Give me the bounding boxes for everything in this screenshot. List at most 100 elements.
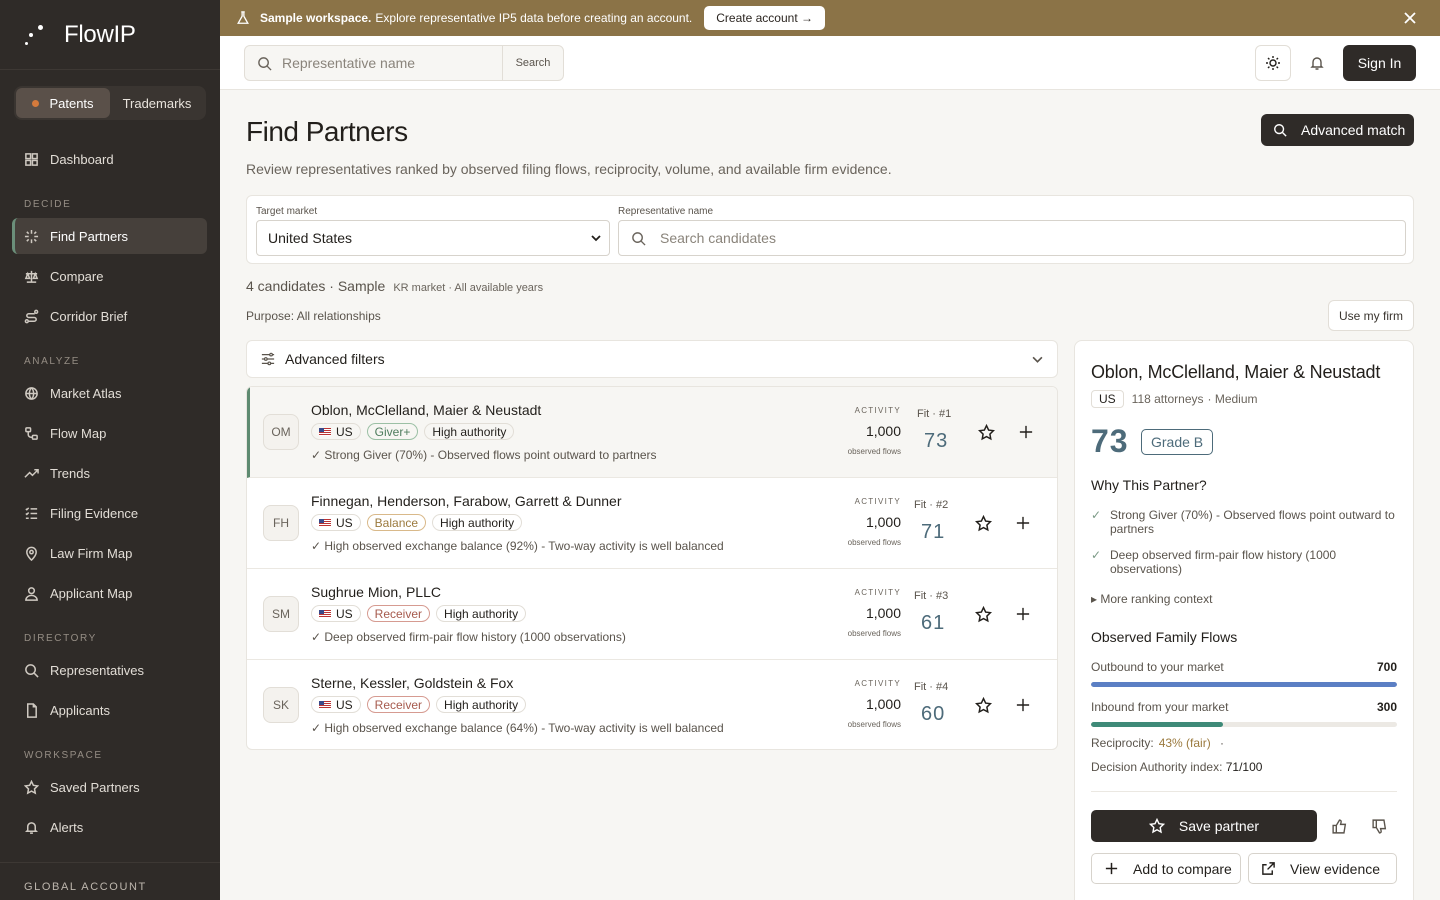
candidate-tags: US Receiver High authority [311, 696, 527, 713]
inbound-bar-fill [1091, 722, 1223, 727]
sign-in-button[interactable]: Sign In [1343, 45, 1416, 81]
authority-tag: High authority [436, 696, 527, 713]
thumbs-up-icon[interactable] [1331, 818, 1348, 835]
fit-rank: Fit · #3 [914, 590, 949, 602]
sidebar-item-flow-map[interactable]: Flow Map [12, 415, 207, 451]
detail-firm-name: Oblon, McClelland, Maier & Neustadt [1091, 362, 1381, 382]
fit-rank: Fit · #2 [914, 499, 949, 511]
advanced-filters-toggle[interactable]: Advanced filters [246, 340, 1058, 378]
sidebar-item-filing-evidence[interactable]: Filing Evidence [12, 495, 207, 531]
sidebar-item-market-atlas[interactable]: Market Atlas [12, 375, 207, 411]
segment-trademarks[interactable]: Trademarks [110, 88, 204, 118]
candidate-row[interactable]: SK Sterne, Kessler, Goldstein & Fox US Rece… [247, 660, 1057, 749]
star-icon[interactable] [975, 697, 992, 714]
us-flag-icon [319, 609, 331, 618]
candidate-reason: ✓ Deep observed firm-pair flow history (… [311, 630, 626, 644]
trend-icon [24, 468, 39, 478]
star-icon[interactable] [978, 424, 995, 441]
sidebar-item-alerts[interactable]: Alerts [12, 809, 207, 845]
create-account-button[interactable]: Create account → [704, 6, 825, 30]
candidate-search-placeholder: Search candidates [660, 230, 776, 246]
sidebar-item-trends[interactable]: Trends [12, 455, 207, 491]
plus-icon[interactable] [1019, 425, 1033, 439]
activity-label: ACTIVITY [854, 497, 901, 506]
candidate-row[interactable]: OM Oblon, McClelland, Maier & Neustadt US G… [247, 387, 1057, 478]
activity-value: 1,000 [865, 605, 901, 621]
result-count: 4 candidates · Sample KR market · All av… [246, 278, 543, 294]
chevron-down-icon [591, 235, 601, 242]
fit-score: 73 [924, 430, 949, 452]
candidate-row[interactable]: FH Finnegan, Henderson, Farabow, Garrett … [247, 478, 1057, 569]
chevron-down-icon [1032, 356, 1043, 363]
activity-sub: observed flows [847, 720, 901, 729]
purpose-text: Purpose: All relationships [246, 309, 381, 323]
candidate-reason: ✓ High observed exchange balance (64%) -… [311, 721, 724, 735]
global-search-input[interactable]: Representative name [245, 46, 503, 80]
dashboard-icon [25, 152, 38, 166]
outbound-bar-fill [1091, 682, 1397, 687]
outbound-label: Outbound to your market [1091, 660, 1224, 674]
outbound-bar [1091, 682, 1397, 687]
us-flag-icon [319, 427, 331, 436]
activity-label: ACTIVITY [854, 588, 901, 597]
star-icon[interactable] [975, 515, 992, 532]
flow-icon [25, 426, 38, 440]
star-icon[interactable] [975, 606, 992, 623]
result-meta: KR market · All available years [393, 282, 544, 294]
candidate-row[interactable]: SM Sughrue Mion, PLLC US Receiver High autho… [247, 569, 1057, 660]
authority-tag: High authority [436, 605, 527, 622]
save-partner-button[interactable]: Save partner [1091, 810, 1317, 842]
activity-sub: observed flows [847, 629, 901, 638]
avatar: OM [263, 414, 299, 450]
use-my-firm-button[interactable]: Use my firm [1328, 300, 1414, 331]
why-text: Strong Giver (70%) - Observed flows poin… [1110, 508, 1395, 536]
notifications-button[interactable] [1299, 45, 1335, 81]
sidebar-item-label: Alerts [50, 819, 84, 835]
sidebar-item-label: Applicant Map [50, 585, 133, 601]
target-market-select[interactable]: United States [256, 220, 610, 256]
plus-icon[interactable] [1016, 607, 1030, 621]
plus-icon[interactable] [1016, 516, 1030, 530]
candidate-search-input[interactable]: Search candidates [618, 220, 1406, 256]
sidebar-item-label: Flow Map [50, 425, 107, 441]
candidate-name: Oblon, McClelland, Maier & Neustadt [311, 402, 542, 418]
document-icon [27, 702, 37, 718]
sidebar-item-representatives[interactable]: Representatives [12, 652, 207, 688]
sidebar-item-compare[interactable]: Compare [12, 258, 207, 294]
search-button[interactable]: Search [503, 57, 563, 69]
filter-card: Target market United States Representati… [246, 195, 1414, 264]
list-check-icon [25, 506, 38, 519]
sidebar-item-label: Representatives [50, 662, 144, 678]
sidebar-item-applicants[interactable]: Applicants [12, 692, 207, 728]
activity-label: ACTIVITY [854, 679, 901, 688]
detail-size: · Medium [1207, 392, 1258, 406]
sidebar-item-applicant-map[interactable]: Applicant Map [12, 575, 207, 611]
sidebar-item-dashboard[interactable]: Dashboard [12, 141, 207, 177]
plus-icon[interactable] [1016, 698, 1030, 712]
brand[interactable]: FlowIP [0, 0, 220, 70]
sidebar-item-saved-partners[interactable]: Saved Partners [12, 769, 207, 805]
more-ranking-context-toggle[interactable]: ▸ More ranking context [1091, 592, 1212, 606]
detail-divider [1091, 791, 1397, 792]
section-analyze: ANALYZE [24, 356, 81, 367]
authority-label: Decision Authority index: [1091, 760, 1223, 774]
add-to-compare-button[interactable]: Add to compare [1091, 853, 1241, 884]
sliders-icon [261, 352, 275, 366]
advanced-match-button[interactable]: Advanced match [1261, 114, 1414, 146]
check-icon: ✓ [1091, 508, 1102, 522]
search-icon [258, 56, 272, 71]
segment-patents[interactable]: Patents [16, 88, 110, 118]
theme-toggle-button[interactable] [1255, 45, 1291, 81]
section-workspace: WORKSPACE [24, 750, 103, 761]
close-icon[interactable] [1402, 10, 1418, 26]
segment-label: Patents [49, 95, 94, 111]
bell-icon [1310, 57, 1324, 70]
sidebar-item-law-firm-map[interactable]: Law Firm Map [12, 535, 207, 571]
view-evidence-button[interactable]: View evidence [1248, 853, 1397, 884]
authority-value: 71/100 [1225, 760, 1263, 774]
logo-icon [24, 23, 48, 47]
sidebar-item-find-partners[interactable]: Find Partners [12, 218, 207, 254]
thumbs-down-icon[interactable] [1371, 818, 1388, 835]
map-pin-icon [26, 546, 37, 561]
sidebar-item-corridor-brief[interactable]: Corridor Brief [12, 298, 207, 334]
